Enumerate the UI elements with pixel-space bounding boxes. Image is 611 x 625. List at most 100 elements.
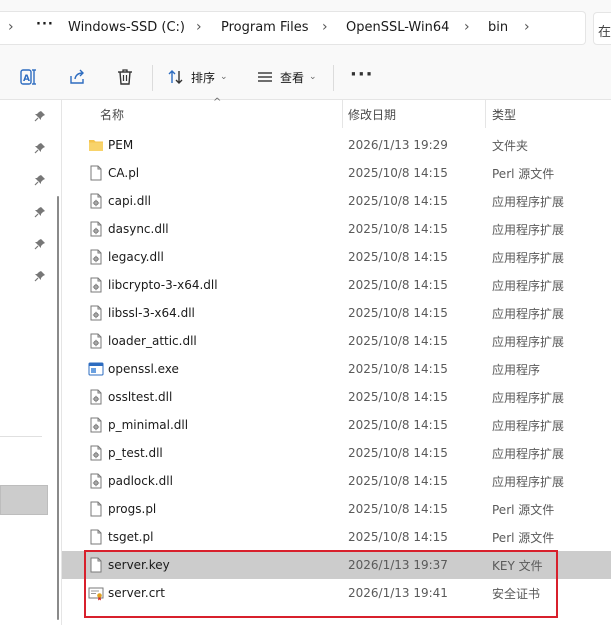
- address-bar: › ··· Windows-SSD (C:) › Program Files ›…: [0, 0, 611, 56]
- file-row[interactable]: capi.dll 2025/10/8 14:15 应用程序扩展: [62, 187, 611, 215]
- file-modified-date: 2025/10/8 14:15: [348, 334, 448, 348]
- file-modified-date: 2026/1/13 19:29: [348, 138, 448, 152]
- chevron-right-icon[interactable]: ›: [524, 19, 530, 35]
- file-row[interactable]: tsget.pl 2025/10/8 14:15 Perl 源文件: [62, 523, 611, 551]
- file-modified-date: 2025/10/8 14:15: [348, 362, 448, 376]
- breadcrumb-openssl[interactable]: OpenSSL-Win64: [346, 20, 449, 35]
- breadcrumb-overflow[interactable]: ···: [36, 17, 54, 32]
- file-row[interactable]: libcrypto-3-x64.dll 2025/10/8 14:15 应用程序扩展: [62, 271, 611, 299]
- file-name: capi.dll: [108, 194, 152, 208]
- nav-scrollbar[interactable]: [57, 196, 59, 620]
- pin-icon[interactable]: [34, 270, 46, 282]
- chevron-down-icon: ⌄: [220, 72, 228, 82]
- file-row[interactable]: ossltest.dll 2025/10/8 14:15 应用程序扩展: [62, 383, 611, 411]
- svg-text:A: A: [23, 74, 30, 84]
- file-type: Perl 源文件: [492, 166, 555, 181]
- chevron-right-icon: ›: [8, 19, 14, 35]
- file-row[interactable]: dasync.dll 2025/10/8 14:15 应用程序扩展: [62, 215, 611, 243]
- delete-icon[interactable]: [114, 66, 136, 88]
- sort-icon: [168, 70, 183, 84]
- dll-icon: [90, 305, 102, 321]
- file-modified-date: 2025/10/8 14:15: [348, 530, 448, 544]
- file-type: Perl 源文件: [492, 502, 555, 517]
- file-modified-date: 2025/10/8 14:15: [348, 222, 448, 236]
- navigation-pane: [0, 100, 62, 625]
- file-modified-date: 2025/10/8 14:15: [348, 278, 448, 292]
- file-modified-date: 2025/10/8 14:15: [348, 474, 448, 488]
- file-modified-date: 2025/10/8 14:15: [348, 194, 448, 208]
- chevron-right-icon[interactable]: ›: [464, 19, 470, 35]
- file-row[interactable]: progs.pl 2025/10/8 14:15 Perl 源文件: [62, 495, 611, 523]
- file-row[interactable]: libssl-3-x64.dll 2025/10/8 14:15 应用程序扩展: [62, 299, 611, 327]
- column-header-modified[interactable]: 修改日期: [348, 100, 396, 128]
- pin-icon[interactable]: [34, 142, 46, 154]
- file-name: tsget.pl: [108, 530, 154, 544]
- dll-icon: [90, 445, 102, 461]
- file-row[interactable]: padlock.dll 2025/10/8 14:15 应用程序扩展: [62, 467, 611, 495]
- file-name: CA.pl: [108, 166, 140, 180]
- chevron-right-icon[interactable]: ›: [196, 19, 202, 35]
- file-modified-date: 2025/10/8 14:15: [348, 446, 448, 460]
- chevron-right-icon[interactable]: ›: [322, 19, 328, 35]
- column-divider[interactable]: [342, 100, 343, 128]
- file-name: ossltest.dll: [108, 390, 173, 404]
- file-name: libssl-3-x64.dll: [108, 306, 195, 320]
- file-row[interactable]: CA.pl 2025/10/8 14:15 Perl 源文件: [62, 159, 611, 187]
- breadcrumb-program-files[interactable]: Program Files: [221, 20, 309, 35]
- nav-selected-item[interactable]: [0, 485, 48, 515]
- file-name: PEM: [108, 138, 134, 152]
- column-divider[interactable]: [485, 100, 486, 128]
- dll-icon: [90, 333, 102, 349]
- dll-icon: [90, 221, 102, 237]
- file-row[interactable]: PEM 2026/1/13 19:29 文件夹: [62, 131, 611, 159]
- file-type: 应用程序扩展: [492, 390, 565, 405]
- pin-icon[interactable]: [34, 174, 46, 186]
- file-type: 文件夹: [492, 138, 529, 153]
- nav-divider: [0, 436, 42, 437]
- file-name: progs.pl: [108, 502, 157, 516]
- breadcrumb-drive[interactable]: Windows-SSD (C:): [68, 20, 185, 35]
- view-list-icon: [258, 72, 272, 82]
- sort-button[interactable]: 排序 ⌄: [167, 66, 228, 88]
- pin-icon[interactable]: [34, 238, 46, 250]
- file-name: loader_attic.dll: [108, 334, 197, 348]
- toolbar-divider: [152, 65, 153, 91]
- file-type: 应用程序扩展: [492, 250, 565, 265]
- dll-icon: [90, 417, 102, 433]
- file-row[interactable]: loader_attic.dll 2025/10/8 14:15 应用程序扩展: [62, 327, 611, 355]
- file-name: openssl.exe: [108, 362, 179, 376]
- dll-icon: [90, 193, 102, 209]
- command-bar: A 排序 ⌄ 查看 ⌄: [0, 56, 611, 100]
- file-row[interactable]: p_minimal.dll 2025/10/8 14:15 应用程序扩展: [62, 411, 611, 439]
- breadcrumb-bin[interactable]: bin: [488, 20, 508, 35]
- view-button[interactable]: 查看 ⌄: [256, 66, 317, 88]
- file-type: 应用程序扩展: [492, 446, 565, 461]
- file-row[interactable]: openssl.exe 2025/10/8 14:15 应用程序: [62, 355, 611, 383]
- pin-icon[interactable]: [34, 110, 46, 122]
- file-type: 应用程序扩展: [492, 278, 565, 293]
- dll-icon: [90, 249, 102, 265]
- column-header-type[interactable]: 类型: [492, 100, 516, 128]
- search-input[interactable]: 在: [593, 12, 611, 45]
- share-icon[interactable]: [66, 66, 88, 88]
- dll-icon: [90, 389, 102, 405]
- file-name: libcrypto-3-x64.dll: [108, 278, 218, 292]
- file-name: dasync.dll: [108, 222, 169, 236]
- file-icon: [90, 165, 102, 181]
- toolbar-divider: [333, 65, 334, 91]
- file-name: padlock.dll: [108, 474, 173, 488]
- column-header-name[interactable]: 名称: [100, 100, 124, 128]
- file-modified-date: 2025/10/8 14:15: [348, 166, 448, 180]
- file-type: 应用程序扩展: [492, 334, 565, 349]
- file-modified-date: 2025/10/8 14:15: [348, 250, 448, 264]
- file-modified-date: 2025/10/8 14:15: [348, 306, 448, 320]
- dll-icon: [90, 277, 102, 293]
- more-options-button[interactable]: ···: [350, 64, 374, 85]
- file-type: 应用程序扩展: [492, 474, 565, 489]
- chevron-down-icon: ⌄: [309, 72, 317, 82]
- rename-icon[interactable]: A: [18, 66, 40, 88]
- pin-icon[interactable]: [34, 206, 46, 218]
- file-modified-date: 2025/10/8 14:15: [348, 390, 448, 404]
- file-row[interactable]: p_test.dll 2025/10/8 14:15 应用程序扩展: [62, 439, 611, 467]
- file-row[interactable]: legacy.dll 2025/10/8 14:15 应用程序扩展: [62, 243, 611, 271]
